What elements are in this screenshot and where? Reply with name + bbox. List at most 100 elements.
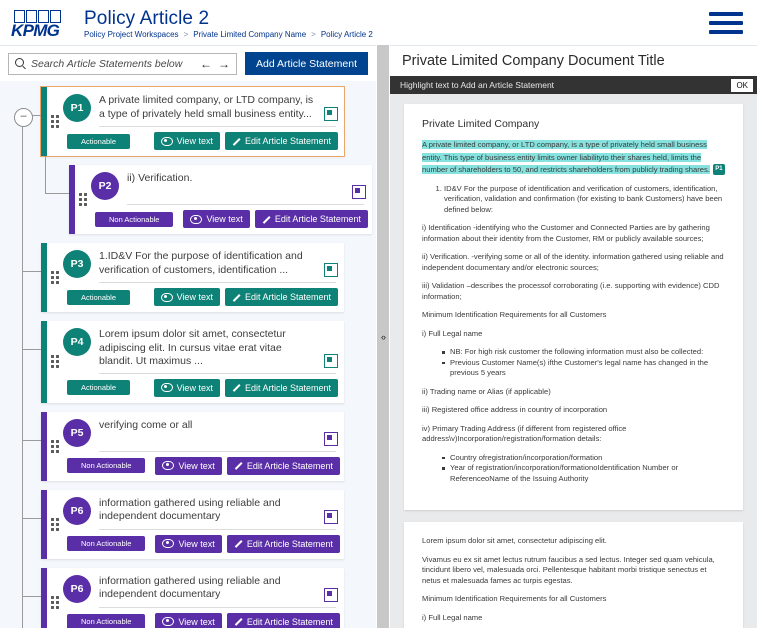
document-ordered-list: ID&V For the purpose of identification a…: [422, 184, 725, 216]
drag-handle-icon[interactable]: [47, 321, 63, 403]
document-paragraph: i) Identification -identifying who the C…: [422, 223, 710, 243]
edit-article-statement-button[interactable]: Edit Article Statement: [254, 210, 368, 228]
edit-article-statement-button[interactable]: Edit Article Statement: [224, 288, 338, 306]
document-scroll-area[interactable]: Private Limited Company A private limite…: [390, 94, 757, 628]
view-text-label: View text: [178, 460, 215, 471]
view-text-button[interactable]: View text: [153, 288, 220, 306]
tree-node: P6 information gathered using reliable a…: [0, 489, 376, 559]
view-text-button[interactable]: View text: [155, 456, 222, 475]
search-prev-arrow-icon[interactable]: ←: [200, 58, 212, 70]
pane-splitter[interactable]: ‹›: [376, 45, 390, 628]
breadcrumb: Policy Project Workspaces > Private Limi…: [84, 30, 709, 39]
edit-article-statement-button[interactable]: Edit Article Statement: [224, 378, 338, 397]
tree-connector-line: [22, 439, 41, 441]
search-box[interactable]: ← →: [8, 52, 238, 75]
card-divider: [99, 450, 336, 452]
view-text-label: View text: [176, 136, 213, 146]
pencil-icon: [234, 539, 243, 548]
highlight-ok-button[interactable]: OK: [731, 78, 753, 92]
card-header-row: P1 A private limited company, or LTD com…: [63, 93, 338, 122]
edit-label: Edit Article Statement: [246, 538, 333, 549]
drag-handle-icon[interactable]: [47, 87, 63, 156]
drag-handle-icon[interactable]: [75, 165, 91, 234]
highlighted-statement-block[interactable]: A private limited company, or LTD compan…: [422, 138, 725, 176]
edit-article-statement-button[interactable]: Edit Article Statement: [226, 534, 340, 553]
search-input[interactable]: [31, 57, 196, 70]
tree-collapse-button[interactable]: –: [14, 108, 33, 127]
card-content: P4 Lorem ipsum dolor sit amet, consectet…: [63, 321, 344, 403]
search-nav-arrows: ← →: [200, 58, 230, 70]
view-text-button[interactable]: View text: [155, 612, 222, 628]
card-action-row: Actionable View text Edit Article Statem…: [63, 132, 338, 150]
document-paragraph: Minimum Identification Requirements for …: [422, 310, 607, 319]
document-paragraph: iii) Validation –describes the processof…: [422, 281, 720, 301]
statement-card-p5[interactable]: P5 verifying come or all Non Actionable: [41, 411, 344, 481]
add-article-statement-button[interactable]: Add Article Statement: [245, 52, 368, 75]
breadcrumb-item-workspaces[interactable]: Policy Project Workspaces: [84, 30, 179, 39]
pencil-icon: [262, 215, 271, 224]
expand-statement-icon[interactable]: [324, 509, 338, 524]
statements-scroll-area[interactable]: – P1 A private limited company, or LTD c…: [0, 81, 376, 628]
document-pane: Private Limited Company Document Title H…: [390, 45, 757, 628]
search-next-arrow-icon[interactable]: →: [218, 58, 230, 70]
statement-card-p3[interactable]: P3 1.ID&V For the purpose of identificat…: [41, 243, 344, 312]
statement-text: information gathered using reliable and …: [99, 496, 281, 523]
card-action-row: Actionable View text Edit Article Statem…: [63, 288, 338, 306]
expand-statement-icon[interactable]: [352, 185, 366, 199]
status-badge: Non Actionable: [67, 614, 146, 628]
view-text-button[interactable]: View text: [155, 534, 222, 553]
document-paragraph: iii) Registered office address in countr…: [422, 405, 608, 414]
edit-label: Edit Article Statement: [244, 292, 331, 302]
tree-connector-line: [22, 517, 41, 519]
tree-connector-line: [22, 595, 41, 597]
card-header-row: P5 verifying come or all: [63, 418, 338, 447]
expand-statement-icon[interactable]: [324, 431, 338, 446]
expand-statement-icon[interactable]: [324, 263, 338, 277]
statements-toolbar: ← → Add Article Statement: [0, 46, 376, 81]
edit-label: Edit Article Statement: [246, 616, 333, 627]
statement-text: verifying come or all: [99, 418, 193, 431]
edit-article-statement-button[interactable]: Edit Article Statement: [226, 456, 340, 475]
expand-statement-icon[interactable]: [324, 107, 338, 121]
status-badge: Non Actionable: [67, 458, 146, 473]
highlighted-text[interactable]: A private limited company, or LTD compan…: [422, 140, 710, 174]
statement-card-p6-a[interactable]: P6 information gathered using reliable a…: [41, 489, 344, 559]
statement-card-p6-b[interactable]: P6 information gathered using reliable a…: [41, 567, 344, 628]
tree-node: P2 ii) Verification. Non Actionable View…: [0, 156, 376, 234]
document-paragraph: iv) Primary Trading Address (if differen…: [422, 423, 627, 444]
statement-id-badge: P2: [91, 172, 119, 200]
edit-article-statement-button[interactable]: Edit Article Statement: [224, 132, 338, 150]
statement-card-p2[interactable]: P2 ii) Verification. Non Actionable View…: [69, 165, 372, 234]
main-body: ← → Add Article Statement –: [0, 45, 757, 628]
highlight-statement-chip[interactable]: P1: [712, 163, 725, 175]
statement-card-p4[interactable]: P4 Lorem ipsum dolor sit amet, consectet…: [41, 321, 344, 403]
drag-handle-icon[interactable]: [47, 243, 63, 312]
statement-card-p1[interactable]: P1 A private limited company, or LTD com…: [40, 86, 345, 157]
card-action-row: Non Actionable View text Edit Article St…: [91, 210, 368, 228]
expand-statement-icon[interactable]: [324, 353, 338, 368]
eye-icon: [160, 292, 173, 302]
statement-id-badge: P4: [63, 328, 91, 356]
edit-article-statement-button[interactable]: Edit Article Statement: [226, 612, 340, 628]
document-paragraph: ii) Trading name or Alias (if applicable…: [422, 386, 551, 396]
hamburger-menu-icon[interactable]: [709, 10, 743, 36]
header-title-block: Policy Article 2 Policy Project Workspac…: [84, 6, 709, 39]
view-text-button[interactable]: View text: [153, 378, 220, 397]
expand-statement-icon[interactable]: [324, 587, 338, 602]
drag-handle-icon[interactable]: [47, 568, 63, 628]
card-content: P2 ii) Verification. Non Actionable View…: [91, 165, 372, 234]
drag-handle-icon[interactable]: [47, 412, 63, 481]
tree-node: P1 A private limited company, or LTD com…: [0, 86, 376, 157]
view-text-label: View text: [176, 382, 213, 393]
statement-text: A private limited company, or LTD compan…: [99, 94, 314, 120]
drag-handle-icon[interactable]: [47, 490, 63, 559]
view-text-button[interactable]: View text: [153, 132, 220, 150]
list-item: Previous Customer Name(s) ifthe Customer…: [442, 358, 725, 379]
statement-text: ii) Verification.: [127, 172, 193, 184]
splitter-handle-icon[interactable]: ‹›: [381, 332, 386, 342]
card-action-row: Actionable View text Edit Article Statem…: [63, 378, 338, 397]
view-text-button[interactable]: View text: [183, 210, 250, 228]
card-action-row: Non Actionable View text Edit Article St…: [63, 456, 340, 475]
list-item: ID&V For the purpose of identification a…: [444, 184, 725, 216]
breadcrumb-item-company[interactable]: Private Limited Company Name: [193, 30, 306, 39]
